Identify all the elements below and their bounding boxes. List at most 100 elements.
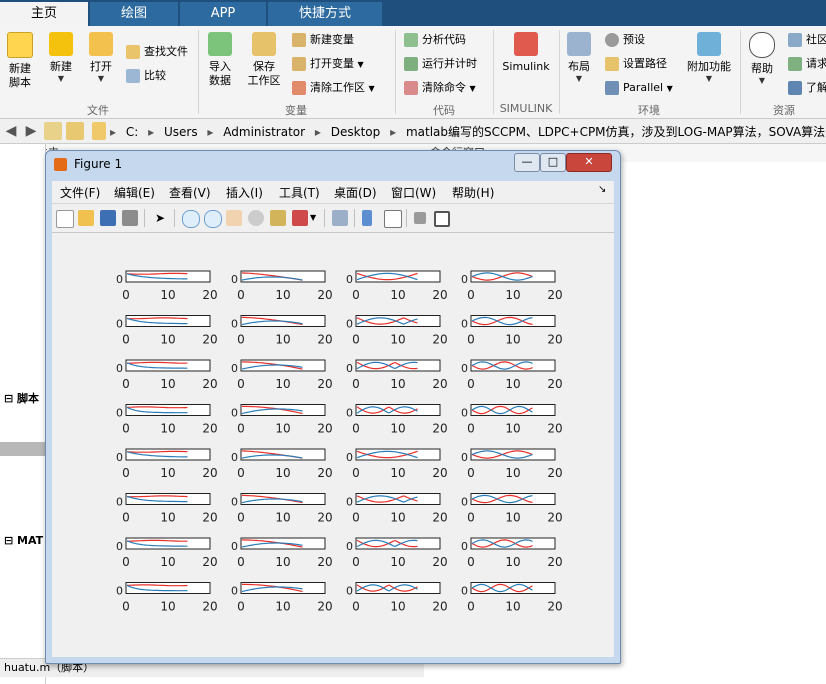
scripts-section-header[interactable]: ⊟ 脚本 (4, 390, 39, 406)
menu-file[interactable]: 文件(F) (60, 184, 100, 201)
forward-arrow-icon[interactable]: ▶ (22, 122, 40, 140)
browse-folder-icon[interactable] (66, 122, 84, 140)
preferences-button[interactable]: 预设 (605, 30, 645, 50)
pan-hand-icon[interactable] (226, 210, 242, 226)
new-button[interactable]: 新建 ▼ (46, 32, 76, 84)
data-cursor-icon[interactable] (270, 210, 286, 226)
back-arrow-icon[interactable]: ◀ (2, 122, 20, 140)
toolbar-divider (174, 209, 175, 227)
x-tick-label: 0 (467, 377, 475, 391)
menu-edit[interactable]: 编辑(E) (114, 184, 155, 201)
community-button[interactable]: 社区 (788, 30, 826, 50)
figure-title: Figure 1 (74, 157, 123, 171)
breadcrumb-item[interactable]: Administrator (223, 125, 305, 139)
compare-button[interactable]: 比较 (126, 66, 166, 86)
x-tick-label: 0 (122, 600, 130, 614)
save-workspace-button[interactable]: 保存 工作区 (244, 32, 284, 88)
selected-file-row[interactable] (0, 442, 45, 456)
clear-commands-button[interactable]: 清除命令 ▼ (404, 78, 476, 98)
group-label-resources: 资源 (773, 104, 795, 117)
print-icon[interactable] (122, 210, 138, 226)
mat-section-header[interactable]: ⊟ MAT (4, 534, 43, 547)
run-and-time-button[interactable]: 运行并计时 (404, 54, 477, 74)
x-tick-label: 0 (352, 555, 360, 569)
new-script-button[interactable]: 新建 脚本 (4, 32, 36, 90)
y-tick-label: 0 (461, 540, 468, 553)
maximize-button[interactable]: □ (540, 153, 566, 172)
y-tick-label: 0 (461, 362, 468, 375)
learn-button[interactable]: 了解 (788, 78, 826, 98)
find-files-button[interactable]: 查找文件 (126, 42, 188, 62)
breadcrumb-item[interactable]: C: (126, 125, 138, 139)
x-tick-label: 0 (122, 555, 130, 569)
up-folder-icon[interactable] (44, 122, 62, 140)
y-tick-label: 0 (346, 273, 353, 286)
request-support-button[interactable]: 请求 (788, 54, 826, 74)
zoom-out-icon[interactable] (204, 210, 222, 228)
menu-desktop[interactable]: 桌面(D) (334, 184, 377, 201)
menu-insert[interactable]: 插入(I) (226, 184, 263, 201)
tab-apps[interactable]: APP (180, 2, 266, 26)
new-variable-button[interactable]: 新建变量 (292, 30, 354, 50)
breadcrumb-item[interactable]: Users (164, 125, 198, 139)
legend-icon[interactable] (384, 210, 402, 228)
dock-arrow-icon[interactable]: ↘ (598, 184, 606, 195)
menu-tools[interactable]: 工具(T) (279, 184, 320, 201)
figure-window[interactable]: Figure 1 — □ ✕ 文件(F) 编辑(E) 查看(V) 插入(I) 工… (45, 150, 621, 664)
chevron-down-icon[interactable]: ▼ (310, 210, 318, 226)
simulink-button[interactable]: Simulink (500, 32, 552, 74)
x-tick-label: 10 (390, 555, 405, 569)
pointer-icon[interactable]: ➤ (152, 210, 168, 226)
zoom-in-icon[interactable] (182, 210, 200, 228)
set-path-button[interactable]: 设置路径 (605, 54, 667, 74)
x-tick-label: 10 (160, 333, 175, 347)
brush-icon[interactable] (292, 210, 308, 226)
minimize-button[interactable]: — (514, 153, 540, 172)
y-tick-label: 0 (346, 451, 353, 464)
menu-window[interactable]: 窗口(W) (391, 184, 436, 201)
open-button[interactable]: 打开 ▼ (86, 32, 116, 84)
tab-home[interactable]: 主页 (0, 2, 88, 26)
subplot-axes (355, 404, 441, 416)
save-icon[interactable] (100, 210, 116, 226)
colorbar-icon[interactable] (362, 210, 372, 226)
parallel-button[interactable]: Parallel ▼ (605, 78, 673, 98)
toolbar-divider (406, 209, 407, 227)
y-tick-label: 0 (116, 540, 123, 553)
menu-view[interactable]: 查看(V) (169, 184, 211, 201)
command-window[interactable] (620, 162, 826, 684)
chevron-down-icon: ▼ (57, 74, 65, 83)
help-button[interactable]: 帮助 ▼ (748, 32, 776, 86)
hide-plot-tools-icon[interactable] (414, 212, 426, 224)
layout-button[interactable]: 布局 ▼ (564, 32, 594, 84)
y-tick-label: 0 (461, 496, 468, 509)
show-plot-tools-icon[interactable] (434, 211, 450, 227)
new-figure-icon[interactable] (56, 210, 74, 228)
x-tick-label: 0 (122, 511, 130, 525)
open-file-icon[interactable] (78, 210, 94, 226)
x-tick-label: 0 (237, 511, 245, 525)
figure-title-bar[interactable]: Figure 1 — □ ✕ (46, 151, 620, 177)
tab-plots[interactable]: 绘图 (90, 2, 178, 26)
clear-workspace-button[interactable]: 清除工作区 ▼ (292, 78, 375, 98)
x-tick-label: 10 (275, 422, 290, 436)
analyze-code-button[interactable]: 分析代码 (404, 30, 466, 50)
folder-icon (89, 32, 113, 56)
import-data-button[interactable]: 导入 数据 (204, 32, 236, 88)
rotate-3d-icon[interactable] (248, 210, 264, 226)
open-variable-button[interactable]: 打开变量 ▼ (292, 54, 364, 74)
close-button[interactable]: ✕ (566, 153, 612, 172)
link-plot-icon[interactable] (332, 210, 348, 226)
y-tick-label: 0 (116, 362, 123, 375)
menu-help[interactable]: 帮助(H) (452, 184, 494, 201)
breadcrumb[interactable]: ▸ C: ▸ Users ▸ Administrator ▸ Desktop ▸… (110, 123, 826, 140)
y-tick-label: 0 (231, 273, 238, 286)
breadcrumb-item[interactable]: matlab编写的SCCPM、LDPC+CPM仿真，涉及到LOG-MAP算法，S… (406, 125, 826, 139)
tab-shortcuts[interactable]: 快捷方式 (268, 2, 382, 26)
breadcrumb-separator: ▸ (110, 125, 117, 139)
x-tick-label: 20 (202, 377, 217, 391)
x-tick-label: 10 (160, 555, 175, 569)
add-ons-button[interactable]: 附加功能 ▼ (686, 32, 732, 84)
figure-canvas[interactable]: 0 0 10 20 0 0 10 20 0 0 10 20 0 0 10 20 0 0 10 20 0 0 10 20 0 0 10… (52, 233, 614, 657)
breadcrumb-item[interactable]: Desktop (331, 125, 381, 139)
